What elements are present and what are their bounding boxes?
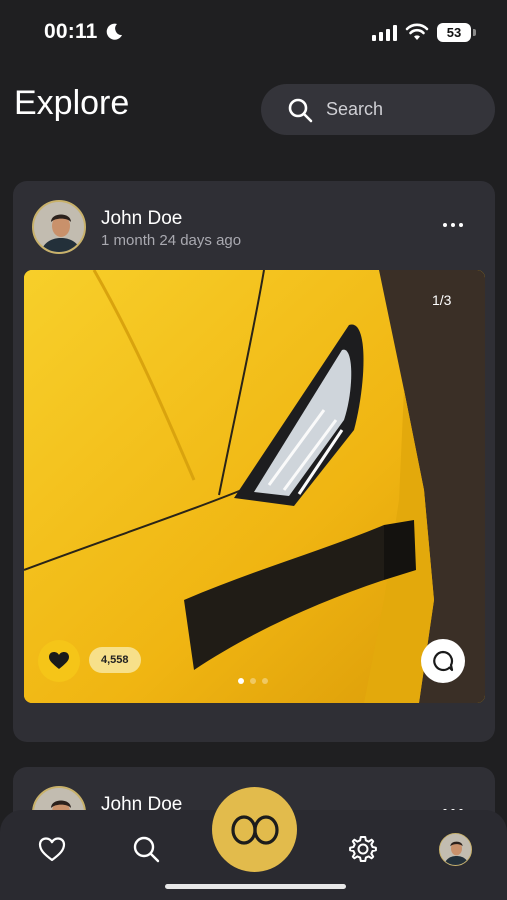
heart-icon (38, 836, 66, 861)
post-timestamp: 1 month 24 days ago (101, 232, 242, 249)
status-time: 00:11 (44, 20, 98, 43)
search-icon (133, 836, 160, 863)
nav-profile-avatar[interactable] (439, 833, 472, 866)
nav-search[interactable] (131, 834, 161, 864)
moon-icon (106, 23, 122, 40)
settings-icon (349, 836, 377, 862)
search-icon (288, 98, 313, 122)
logo-icon (230, 814, 279, 845)
search-bar[interactable] (261, 84, 495, 135)
more-dot-icon (451, 223, 455, 227)
comment-icon (433, 650, 454, 672)
page-title: Explore (14, 84, 130, 122)
nav-settings[interactable] (348, 834, 378, 864)
status-bar: 00:11 53 (0, 0, 507, 66)
more-options-button[interactable] (443, 223, 463, 227)
signal-icon (372, 25, 397, 41)
like-count: 4,558 (89, 647, 141, 673)
author-name[interactable]: John Doe (101, 208, 182, 230)
nav-favorites[interactable] (37, 834, 67, 864)
avatar[interactable] (32, 200, 86, 254)
like-button[interactable] (38, 640, 80, 682)
battery-tip (473, 29, 476, 36)
more-dot-icon (443, 223, 447, 227)
search-input[interactable] (326, 99, 466, 120)
explore-screen: 00:11 53 Explore Search John Doe 1 month… (0, 0, 507, 900)
carousel-dot[interactable] (250, 678, 256, 684)
more-dot-icon (459, 223, 463, 227)
post-image[interactable]: 1/3 4,558 (24, 270, 485, 703)
comment-button[interactable] (421, 639, 465, 683)
image-counter: 1/3 (432, 292, 452, 308)
home-indicator (165, 884, 346, 889)
carousel-dot-active[interactable] (238, 678, 244, 684)
nav-home-button[interactable] (212, 787, 297, 872)
post-card: John Doe 1 month 24 days ago 1/3 4,558 (13, 181, 495, 742)
battery-icon: 53 (437, 23, 471, 42)
carousel-dot[interactable] (262, 678, 268, 684)
carousel-dots (238, 678, 268, 684)
wifi-icon (405, 23, 429, 40)
car-photo (24, 270, 485, 703)
heart-icon (49, 652, 69, 669)
